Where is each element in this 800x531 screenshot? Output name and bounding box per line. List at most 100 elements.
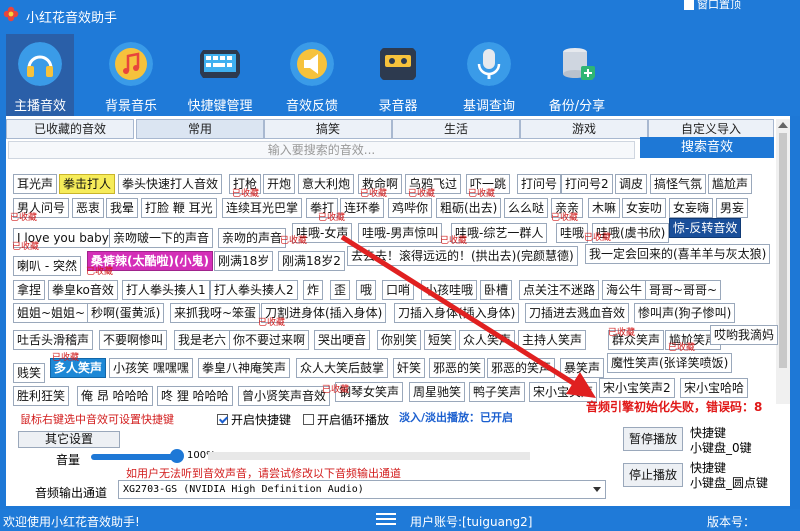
sound-chip[interactable]: 小孩笑 嘿嘿嘿 <box>109 358 193 378</box>
sound-chip[interactable]: 木嘛 <box>588 198 621 218</box>
sound-chip[interactable]: 鸡哔你 <box>388 198 433 218</box>
sound-chip[interactable]: 贱笑 <box>13 363 46 383</box>
sound-chip[interactable]: 打脸 鞭 耳光 <box>141 198 217 218</box>
sound-chip[interactable]: 众人笑声 <box>459 330 516 350</box>
sound-chip[interactable]: 来抓我呀~笨蛋 <box>170 303 261 323</box>
sound-chip[interactable]: 亲吻啵一下的声音 <box>109 228 214 248</box>
sound-chip[interactable]: 秒啊(蛋黄派) <box>87 303 165 323</box>
sound-chip[interactable]: 亲吻的声音 <box>218 228 287 248</box>
sound-chip[interactable]: 惊-反转音效 <box>669 218 742 238</box>
checkbox-box[interactable] <box>217 414 228 425</box>
sound-chip[interactable]: 女妄嗨 <box>669 198 714 218</box>
sound-chip[interactable]: 我是老六 <box>174 330 231 350</box>
sound-chip[interactable]: 咚 狸 哈哈哈 <box>157 386 233 406</box>
sound-chip[interactable]: 女妄叻 <box>622 198 667 218</box>
sound-chip[interactable]: 刚满18岁 <box>214 251 274 271</box>
sound-chip[interactable]: 俺 昂 哈哈哈 <box>77 386 153 406</box>
tab-favorites[interactable]: 已收藏的音效 <box>6 119 134 139</box>
sound-chip[interactable]: 海公牛 <box>602 280 647 300</box>
sound-chip[interactable]: 胜利狂笑 <box>13 386 70 406</box>
chevron-down-icon[interactable] <box>593 487 601 492</box>
toolbar-item-backup-share[interactable]: 备份/分享 <box>542 34 612 116</box>
sound-list-scrollbar[interactable] <box>776 119 790 404</box>
sound-chip[interactable]: 暴笑声 <box>560 358 605 378</box>
output-channel-select[interactable]: XG2703-GS (NVIDIA High Definition Audio) <box>118 480 606 499</box>
sound-chip[interactable]: 意大利炮 <box>298 174 355 194</box>
sound-chip[interactable]: 我一定会回来的(喜羊羊与灰太狼) <box>585 244 771 264</box>
enable-hotkey-checkbox[interactable]: 开启快捷键 <box>217 411 291 428</box>
sound-chip[interactable]: 小孩哇哦 <box>421 280 478 300</box>
scrollbar-thumb[interactable] <box>779 133 787 368</box>
sound-chip[interactable]: 喇叭 - 突然 <box>13 256 81 276</box>
toolbar-item-key-query[interactable]: 基调查询 <box>452 34 526 116</box>
sound-chip[interactable]: 恶衷 <box>72 198 105 218</box>
sound-chip[interactable]: 刚满18岁2 <box>278 251 345 271</box>
sound-chip[interactable]: 哥哥~哥哥~ <box>645 280 722 300</box>
toolbar-item-anchor-sounds[interactable]: 主播音效 <box>6 34 74 116</box>
tab-funny[interactable]: 搞笑 <box>264 119 392 139</box>
sound-chip[interactable]: 打人拳头揍人2 <box>210 280 298 300</box>
sound-chip[interactable]: 粗砺(出去) <box>436 198 502 218</box>
sound-chip[interactable]: 邪恶的笑声 <box>487 358 556 378</box>
sound-chip[interactable]: 我晕 <box>106 198 139 218</box>
sound-chip[interactable]: 拳皇八神庵笑声 <box>198 358 291 378</box>
sound-chip[interactable]: 卧槽 <box>480 280 513 300</box>
volume-slider-track[interactable] <box>91 454 178 460</box>
sound-chip[interactable]: 哦 <box>356 280 377 300</box>
sound-chip[interactable]: 打问号 <box>517 174 562 194</box>
sound-chip[interactable]: 鸭子笑声 <box>469 382 526 402</box>
enable-loop-checkbox[interactable]: 开启循环播放 <box>303 411 389 428</box>
checkbox-box[interactable] <box>303 414 314 425</box>
scroll-up-icon[interactable] <box>778 122 788 128</box>
sound-chip[interactable]: 口哨 <box>382 280 415 300</box>
sound-chip[interactable]: 搞怪气氛 <box>650 174 707 194</box>
sound-chip[interactable]: 惨叫声(狗子惨叫) <box>634 303 736 323</box>
sound-chip[interactable]: 开炮 <box>263 174 296 194</box>
sound-chip[interactable]: 短笑 <box>424 330 457 350</box>
sound-chip[interactable]: 打问号2 <box>561 174 613 194</box>
sound-chip[interactable]: 拳头快速打人音效 <box>118 174 223 194</box>
sound-chip[interactable]: 么么哒 <box>504 198 549 218</box>
sound-chip[interactable]: 拳击打人 <box>59 174 116 194</box>
sound-chip[interactable]: 奸笑 <box>393 358 426 378</box>
sound-chip[interactable]: 哇哦-男声惊叫 <box>358 223 443 243</box>
search-button[interactable]: 搜索音效 <box>640 137 774 158</box>
sound-chip[interactable]: 点关注不迷路 <box>519 280 600 300</box>
sound-chip[interactable]: 哭出哽音 <box>314 330 371 350</box>
sound-chip[interactable]: 耳光声 <box>13 174 58 194</box>
sound-chip[interactable]: 曾小贤笑声音效 <box>238 386 331 406</box>
sound-chip[interactable]: 刀插入身体(插入身体) <box>394 303 520 323</box>
sound-chip[interactable]: 连环拳 <box>340 198 385 218</box>
menu-icon[interactable] <box>376 513 396 527</box>
sound-chip[interactable]: 宋小宝笑声2 <box>599 378 675 398</box>
sound-chip[interactable]: 拿捏 <box>13 280 46 300</box>
sound-chip[interactable]: 哎哟我滴妈 <box>710 325 779 345</box>
sound-chip[interactable]: 周星驰笑 <box>409 382 466 402</box>
sound-chip[interactable]: 宋小宝哈哈 <box>680 378 749 398</box>
sound-chip[interactable]: 不要啊惨叫 <box>99 330 168 350</box>
sound-chip[interactable]: 去去去！滚得远远的！(拱出去)(完颜慧德) <box>347 246 578 266</box>
sound-chip[interactable]: 吐舌头滑稽声 <box>13 330 94 350</box>
tab-common[interactable]: 常用 <box>136 119 264 139</box>
sound-chip[interactable]: 魔性笑声(张译笑喷饭) <box>607 353 733 373</box>
search-input[interactable]: 输入要搜索的音效... <box>8 141 635 159</box>
tab-game[interactable]: 游戏 <box>520 119 648 139</box>
sound-chip[interactable]: 你不要过来啊 <box>229 330 310 350</box>
always-on-top-checkbox[interactable]: 窗口置顶 <box>684 0 741 12</box>
sound-chip[interactable]: 男妄 <box>716 198 749 218</box>
toolbar-item-sound-feedback[interactable]: 音效反馈 <box>280 34 344 116</box>
sound-chip[interactable]: 你别笑 <box>377 330 422 350</box>
sound-chip[interactable]: 众人大笑后鼓掌 <box>296 358 389 378</box>
sound-chip[interactable]: 邪恶的笑 <box>429 358 486 378</box>
toolbar-item-recorder[interactable]: 录音器 <box>368 34 428 116</box>
sound-chip[interactable]: 打人拳头揍人1 <box>122 280 210 300</box>
volume-slider-knob[interactable] <box>170 449 184 463</box>
toolbar-item-background-music[interactable]: 背景音乐 <box>96 34 166 116</box>
sound-chip[interactable]: 调皮 <box>615 174 648 194</box>
sound-chip[interactable]: 歪 <box>330 280 351 300</box>
sound-chip[interactable]: 主持人笑声 <box>518 330 587 350</box>
sound-chip[interactable]: 炸 <box>303 280 324 300</box>
stop-button[interactable]: 停止播放 <box>623 463 683 487</box>
pause-button[interactable]: 暂停播放 <box>623 427 683 451</box>
sound-chip[interactable]: 拳皇ko音效 <box>48 280 118 300</box>
